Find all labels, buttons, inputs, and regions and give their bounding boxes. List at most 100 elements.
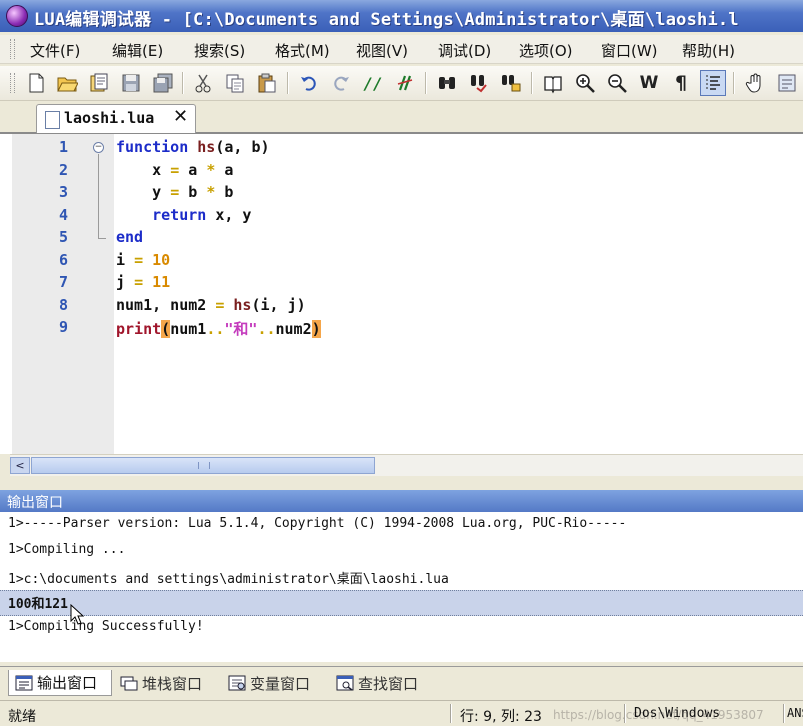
find-next-icon[interactable] bbox=[466, 70, 492, 96]
code-line-2: x = a * a bbox=[116, 161, 233, 179]
menu-grip[interactable] bbox=[10, 39, 15, 59]
line-number: 4 bbox=[58, 206, 68, 224]
uncomment-icon[interactable] bbox=[392, 70, 418, 96]
undo-icon[interactable] bbox=[296, 70, 322, 96]
bookmark-icon[interactable] bbox=[540, 70, 566, 96]
code-text: x bbox=[152, 161, 162, 179]
code-text: (i, j) bbox=[251, 296, 306, 314]
toolbar-separator bbox=[531, 72, 533, 94]
comment-icon[interactable]: // bbox=[360, 70, 386, 96]
code-line-8: num1, num2 = hs(i, j) bbox=[116, 296, 306, 314]
output-tabs: 输出窗口 堆栈窗口 变量窗口 查找窗口 bbox=[0, 666, 803, 699]
paste-icon[interactable] bbox=[254, 70, 280, 96]
code-line-9: print(num1.."和"..num2) bbox=[116, 318, 321, 339]
code-brace-match: ( bbox=[161, 320, 171, 338]
output-window-icon bbox=[15, 675, 33, 690]
code-line-4: return x, y bbox=[116, 206, 251, 224]
save-icon[interactable] bbox=[118, 70, 144, 96]
menu-format[interactable]: 格式(M) bbox=[271, 38, 334, 63]
find-window-icon bbox=[336, 675, 354, 691]
tab-variable-window[interactable]: 变量窗口 bbox=[228, 670, 310, 696]
window-title: LUA编辑调试器 - [C:\Documents and Settings\Ad… bbox=[34, 10, 739, 30]
status-bar: 就绪 行: 9, 列: 23 https://blog.csdn.net/qq_… bbox=[0, 700, 803, 726]
output-result-line[interactable]: 100和121 bbox=[8, 593, 68, 612]
tab-laoshi-lua[interactable]: laoshi.lua ✕ bbox=[36, 104, 196, 133]
menu-options[interactable]: 选项(O) bbox=[515, 38, 577, 63]
app-icon bbox=[6, 5, 28, 27]
status-separator bbox=[783, 704, 785, 723]
zoom-out-icon[interactable] bbox=[604, 70, 630, 96]
close-icon[interactable]: ✕ bbox=[173, 106, 188, 127]
save-all-icon[interactable] bbox=[150, 70, 176, 96]
toolbar-separator bbox=[287, 72, 289, 94]
tab-label: 输出窗口 bbox=[37, 674, 98, 692]
output-pane[interactable]: 1>-----Parser version: Lua 5.1.4, Copyri… bbox=[0, 512, 803, 662]
toolbar-separator bbox=[425, 72, 427, 94]
code-line-1: function hs(a, b) bbox=[116, 138, 270, 156]
code-text: (a, b) bbox=[215, 138, 270, 156]
new-file-icon[interactable] bbox=[23, 70, 49, 96]
code-operator: = bbox=[134, 251, 144, 269]
find-icon[interactable] bbox=[434, 70, 460, 96]
menu-file[interactable]: 文件(F) bbox=[26, 38, 84, 63]
more-icon[interactable] bbox=[774, 70, 800, 96]
code-string: "和" bbox=[224, 320, 258, 338]
replace-icon[interactable] bbox=[498, 70, 524, 96]
code-text: i bbox=[116, 251, 126, 269]
variable-window-icon bbox=[228, 675, 246, 691]
code-line-5: end bbox=[116, 228, 143, 246]
code-text: j bbox=[116, 273, 126, 291]
redo-icon[interactable] bbox=[328, 70, 354, 96]
status-separator bbox=[624, 704, 626, 723]
line-number: 2 bbox=[58, 161, 68, 179]
line-number: 7 bbox=[58, 273, 68, 291]
toolbar-grip[interactable] bbox=[10, 73, 15, 93]
code-operator: = bbox=[134, 273, 144, 291]
toolbar-separator bbox=[733, 72, 735, 94]
tab-find-window[interactable]: 查找窗口 bbox=[336, 670, 418, 696]
output-line: 1>Compiling Successfully! bbox=[8, 619, 204, 634]
code-editor[interactable]: 1 2 3 4 5 6 7 8 9 − function hs(a, b) x … bbox=[0, 134, 803, 454]
fold-guide-end bbox=[98, 238, 106, 239]
toolbar: // W ¶ bbox=[0, 66, 803, 101]
tab-output-window[interactable]: 输出窗口 bbox=[8, 670, 112, 696]
menu-help[interactable]: 帮助(H) bbox=[678, 38, 739, 63]
tab-stack-window[interactable]: 堆栈窗口 bbox=[120, 670, 202, 696]
open-folder-icon[interactable] bbox=[54, 70, 80, 96]
scrollbar-thumb[interactable] bbox=[31, 457, 375, 474]
menu-search[interactable]: 搜索(S) bbox=[190, 38, 249, 63]
selected-output-row bbox=[0, 590, 803, 616]
code-line-3: y = b * b bbox=[116, 183, 233, 201]
mouse-cursor-icon bbox=[70, 604, 84, 625]
code-text: a bbox=[224, 161, 234, 179]
menu-window[interactable]: 窗口(W) bbox=[597, 38, 662, 63]
toolbar-separator bbox=[182, 72, 184, 94]
hand-icon[interactable] bbox=[742, 70, 768, 96]
tab-label: 堆栈窗口 bbox=[142, 674, 203, 693]
indent-guide-icon[interactable] bbox=[700, 70, 726, 96]
code-text: x, y bbox=[206, 206, 252, 224]
output-line: 1>-----Parser version: Lua 5.1.4, Copyri… bbox=[8, 516, 627, 531]
code-operator: * bbox=[206, 183, 216, 201]
status-encoding: ANS bbox=[787, 706, 803, 720]
code-keyword: function bbox=[116, 138, 189, 156]
horizontal-scrollbar[interactable]: < bbox=[10, 454, 803, 476]
open-project-icon[interactable] bbox=[86, 70, 112, 96]
status-cursor-position: 行: 9, 列: 23 bbox=[460, 709, 542, 725]
code-text: num2 bbox=[275, 320, 312, 338]
zoom-in-icon[interactable] bbox=[572, 70, 598, 96]
code-number: 11 bbox=[152, 273, 171, 291]
code-operator: = bbox=[170, 183, 180, 201]
output-pane-header: 输出窗口 bbox=[0, 490, 803, 512]
copy-icon[interactable] bbox=[222, 70, 248, 96]
cut-icon[interactable] bbox=[190, 70, 216, 96]
fold-toggle-icon[interactable]: − bbox=[93, 142, 104, 153]
code-text: b bbox=[224, 183, 234, 201]
scroll-left-arrow-icon[interactable]: < bbox=[10, 457, 30, 474]
status-line-ending: Dos\Windows bbox=[634, 706, 721, 721]
menu-edit[interactable]: 编辑(E) bbox=[108, 38, 167, 63]
word-wrap-icon[interactable]: W bbox=[636, 70, 662, 96]
pilcrow-icon[interactable]: ¶ bbox=[668, 70, 694, 96]
menu-debug[interactable]: 调试(D) bbox=[434, 38, 495, 63]
menu-view[interactable]: 视图(V) bbox=[352, 38, 412, 63]
